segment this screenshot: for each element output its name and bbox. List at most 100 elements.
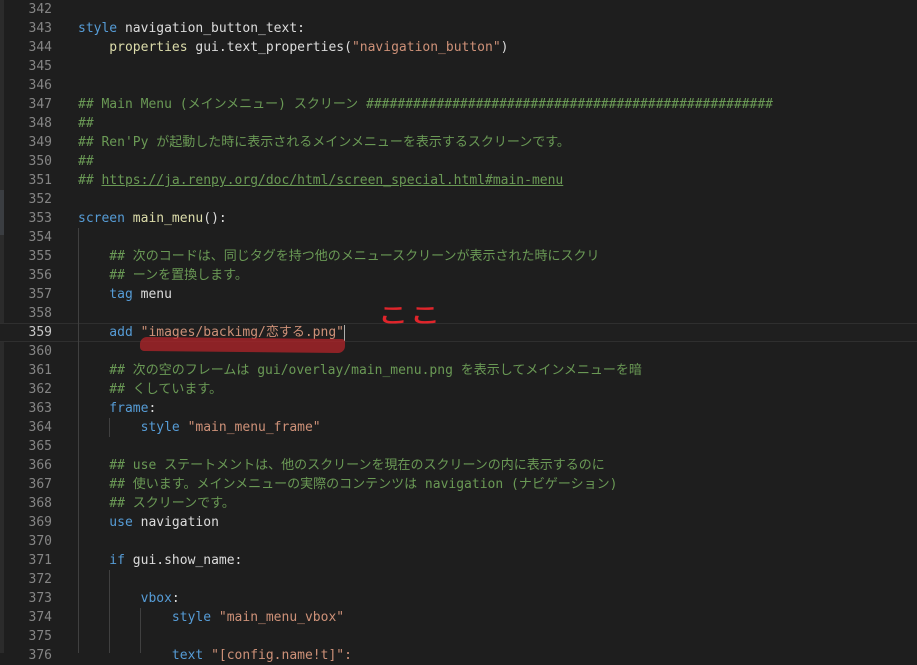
code-line[interactable]: 361 ## 次の空のフレームは gui/overlay/main_menu.p… [0, 361, 917, 380]
line-number: 362 [28, 382, 52, 397]
line-number: 365 [28, 439, 52, 454]
code-line[interactable]: 372 [0, 570, 917, 589]
line-code: ## 次の空のフレームは gui/overlay/main_menu.png を… [78, 361, 642, 380]
code-token: "main_menu_vbox" [218, 610, 345, 625]
line-code: tag menu [78, 285, 172, 304]
line-number: 364 [28, 420, 52, 435]
line-code: ## Ren'Py が起動した時に表示されるメインメニューを表示するスクリーンで… [78, 133, 570, 152]
line-code: ## [78, 152, 94, 171]
code-token: : [297, 21, 305, 36]
code-line[interactable]: 368 ## スクリーンです。 [0, 494, 917, 513]
line-number: 350 [28, 154, 52, 169]
code-token: ## 次の空のフレームは gui/overlay/main_menu.png を… [78, 363, 642, 378]
code-token[interactable]: https://ja.renpy.org/doc/html/screen_spe… [101, 173, 563, 188]
line-code: frame: [78, 399, 156, 418]
code-line[interactable]: 362 ## くしています。 [0, 380, 917, 399]
code-token: vbox [78, 591, 172, 606]
text-cursor [344, 324, 345, 341]
code-line[interactable]: 356 ## ーンを置換します。 [0, 266, 917, 285]
code-line[interactable]: 367 ## 使います。メインメニューの実際のコンテンツは navigation… [0, 475, 917, 494]
line-code: ## くしています。 [78, 380, 222, 399]
code-token: ## ーンを置換します。 [78, 268, 248, 283]
code-line[interactable]: 353 screen main_menu(): [0, 209, 917, 228]
code-token: ## [78, 116, 94, 131]
indent-guide [140, 608, 141, 653]
line-code: ## ーンを置換します。 [78, 266, 248, 285]
indent-guide [109, 418, 110, 437]
code-line[interactable]: 375 [0, 627, 917, 646]
line-number: 373 [28, 591, 52, 606]
line-code: style navigation_button_text: [78, 19, 305, 38]
code-line[interactable]: 358 [0, 304, 917, 323]
code-line[interactable]: 376 text "[config.name!t]": [0, 646, 917, 665]
line-number: 376 [28, 648, 52, 663]
line-number: 356 [28, 268, 52, 283]
code-line[interactable]: 347 ## Main Menu (メインメニュー) スクリーン ########… [0, 95, 917, 114]
code-line[interactable]: 371 if gui.show_name: [0, 551, 917, 570]
code-line[interactable]: 350 ## [0, 152, 917, 171]
code-token: ## くしています。 [78, 382, 223, 397]
line-number: 371 [28, 553, 52, 568]
line-code: style "main_menu_frame" [78, 418, 321, 437]
code-line[interactable]: 348 ## [0, 114, 917, 133]
code-line[interactable]: 370 [0, 532, 917, 551]
line-code: ## 次のコードは、同じタグを持つ他のメニュースクリーンが表示された時にスクリ [78, 247, 599, 266]
line-number: 347 [28, 97, 52, 112]
code-token: ## Ren'Py が起動した時に表示されるメインメニューを表示するスクリーンで… [78, 135, 570, 150]
line-number: 345 [28, 59, 52, 74]
code-token: ## 使います。メインメニューの実際のコンテンツは navigation (ナビ… [78, 477, 618, 492]
line-number: 370 [28, 534, 52, 549]
code-token: ## スクリーンです。 [78, 496, 235, 511]
code-token: ## [78, 173, 102, 188]
line-code: text "[config.name!t]": [78, 646, 352, 665]
line-number: 369 [28, 515, 52, 530]
code-editor[interactable]: 342 343 style navigation_button_text: 344 p… [0, 0, 917, 663]
code-line[interactable]: 345 [0, 57, 917, 76]
line-number: 349 [28, 135, 52, 150]
code-line[interactable]: 355 ## 次のコードは、同じタグを持つ他のメニュースクリーンが表示された時に… [0, 247, 917, 266]
line-number: 354 [28, 230, 52, 245]
code-line[interactable]: 366 ## use ステートメントは、他のスクリーンを現在のスクリーンの内に表… [0, 456, 917, 475]
code-line[interactable]: 359 add "images/backimg/恋する.png" [0, 323, 917, 342]
code-line[interactable]: 373 vbox: [0, 589, 917, 608]
code-line[interactable]: 344 properties gui.text_properties("navi… [0, 38, 917, 57]
code-line[interactable]: 374 style "main_menu_vbox" [0, 608, 917, 627]
code-line[interactable]: 351 ## https://ja.renpy.org/doc/html/scre… [0, 171, 917, 190]
code-line[interactable]: 342 [0, 0, 917, 19]
line-code: screen main_menu(): [78, 209, 227, 228]
line-number: 360 [28, 344, 52, 359]
line-number: 342 [28, 2, 52, 17]
code-line[interactable]: 354 [0, 228, 917, 247]
code-token: frame [78, 401, 149, 416]
code-token: main_menu [132, 211, 204, 226]
code-line[interactable]: 364 style "main_menu_frame" [0, 418, 917, 437]
code-token: if [78, 553, 133, 568]
line-code: style "main_menu_vbox" [78, 608, 344, 627]
code-line[interactable]: 343 style navigation_button_text: [0, 19, 917, 38]
code-line[interactable]: 369 use navigation [0, 513, 917, 532]
code-token: gui.show_name: [132, 553, 243, 568]
code-token: style [78, 610, 219, 625]
line-number: 344 [28, 40, 52, 55]
red-highlight-scribble [139, 336, 346, 354]
code-line[interactable]: 357 tag menu [0, 285, 917, 304]
code-line[interactable]: 363 frame: [0, 399, 917, 418]
code-line[interactable]: 349 ## Ren'Py が起動した時に表示されるメインメニューを表示するスクリ… [0, 133, 917, 152]
code-token: screen [78, 211, 133, 226]
code-token: "[config.name!t]": [211, 648, 352, 663]
line-code: ## 使います。メインメニューの実際のコンテンツは navigation (ナビ… [78, 475, 617, 494]
line-number: 352 [28, 192, 52, 207]
code-line[interactable]: 352 [0, 190, 917, 209]
code-line[interactable]: 360 [0, 342, 917, 361]
line-number: 363 [28, 401, 52, 416]
code-token: ) [500, 40, 509, 55]
line-number: 359 [28, 325, 52, 340]
code-line[interactable]: 365 [0, 437, 917, 456]
code-line[interactable]: 346 [0, 76, 917, 95]
code-token: style [78, 420, 188, 435]
line-code: ## スクリーンです。 [78, 494, 235, 513]
code-token: tag [78, 287, 141, 302]
code-token: ## use ステートメントは、他のスクリーンを現在のスクリーンの内に表示するの… [78, 458, 605, 473]
indent-guide [78, 228, 79, 653]
line-code: ## [78, 114, 94, 133]
